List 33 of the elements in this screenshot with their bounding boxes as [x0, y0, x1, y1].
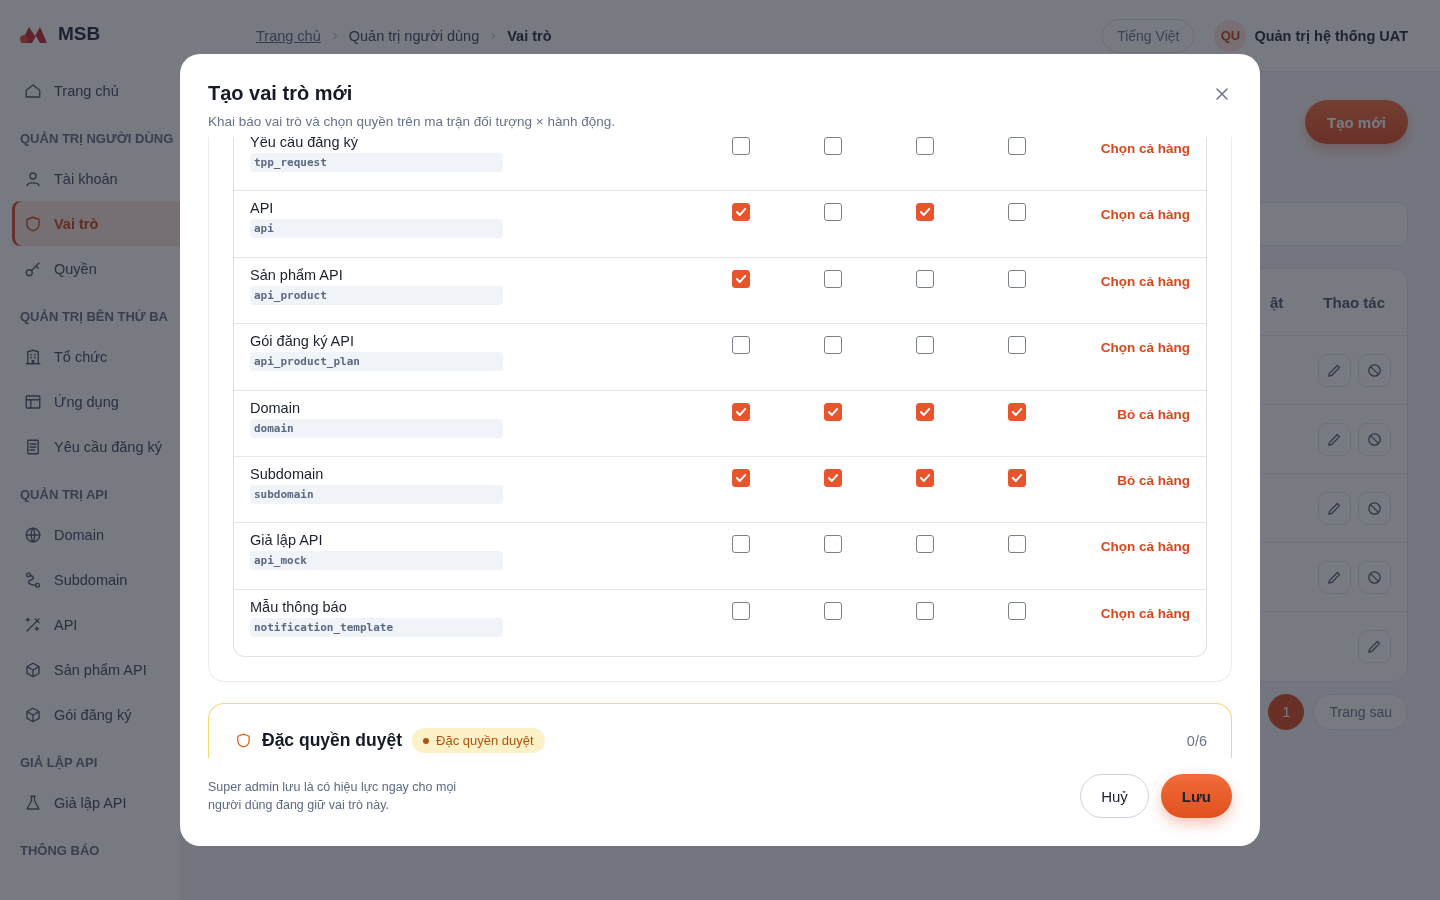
footer-note: Super admin lưu là có hiệu lực ngay cho mọi người dùng đang giữ vai trò này. — [208, 779, 458, 814]
object-name: Gói đăng ký API — [250, 333, 354, 350]
object-code: api_product_plan — [250, 352, 503, 372]
user-name: Quản trị hệ thống UAT — [1254, 27, 1408, 44]
modal-subtitle: Khai báo vai trò và chọn quyền trên ma trận đối tượng × hành động. — [208, 114, 617, 129]
sidebar-section-label: GIẢ LẬP API — [19, 754, 99, 772]
object-name: Domain — [250, 399, 300, 416]
column-header: ật — [1269, 293, 1284, 311]
object-name: Mẫu thông báo — [250, 598, 347, 615]
column-header: Thao tác — [1323, 293, 1385, 311]
object-code: domain — [250, 418, 503, 438]
sidebar-section-label: QUẢN TRỊ NGƯỜI DÙNG — [19, 130, 175, 148]
sidebar-section-label: QUẢN TRỊ BÊN THỨ BA — [19, 308, 169, 326]
section-badge: Đặc quyền duyệt — [412, 728, 545, 754]
object-name: Giả lập API — [250, 532, 323, 549]
breadcrumb-item: Quản trị người dùng — [348, 27, 480, 44]
object-code: tpp_request — [250, 153, 503, 172]
logo-text: MSB — [58, 23, 101, 45]
user-avatar: QU — [1214, 19, 1247, 52]
object-code: api_mock — [250, 551, 503, 571]
breadcrumb-item: Vai trò — [507, 27, 552, 44]
object-name: Subdomain — [250, 465, 324, 482]
selection-count: 0/6 — [1186, 732, 1207, 749]
sidebar-section-label: THÔNG BÁO — [19, 842, 101, 860]
object-name: API — [250, 200, 274, 217]
sidebar-section-label: QUẢN TRỊ API — [19, 486, 109, 504]
modal-title: Tạo vai trò mới — [208, 82, 353, 105]
object-code: api — [250, 219, 503, 239]
object-code: subdomain — [250, 484, 503, 504]
object-name: Sản phẩm API — [250, 266, 343, 283]
section-title: Đặc quyền duyệt — [262, 730, 403, 752]
object-code: notification_template — [250, 617, 503, 637]
object-code: api_product — [250, 285, 503, 305]
